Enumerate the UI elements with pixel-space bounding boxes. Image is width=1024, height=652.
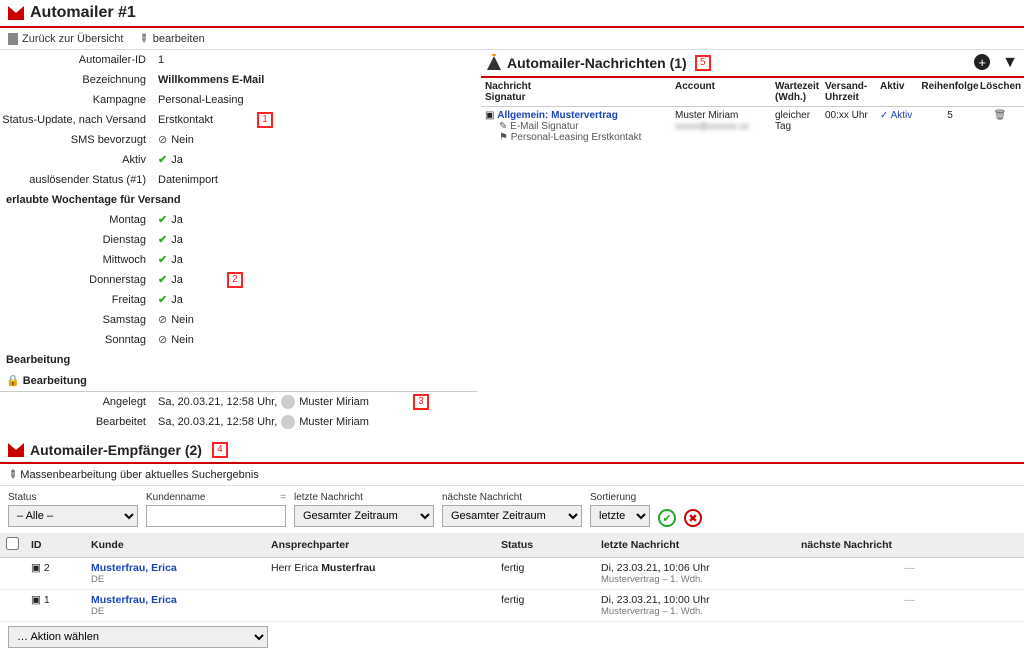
val-status: Erstkontakt1 bbox=[152, 110, 273, 130]
pencil-icon: ✎ bbox=[5, 467, 21, 483]
val-id: 1 bbox=[152, 50, 164, 70]
callout-3: 3 bbox=[413, 394, 429, 410]
weekdays-header: erlaubte Wochentage für Versand bbox=[0, 190, 477, 210]
tag-icon: ⚑ bbox=[499, 132, 511, 143]
x-icon: ⊘ bbox=[158, 130, 167, 150]
label-camp: Kampagne bbox=[0, 90, 152, 110]
avatar bbox=[281, 415, 295, 429]
edit-sub: 🔒Bearbeitung bbox=[0, 370, 477, 392]
filter-button[interactable]: ▼ bbox=[1002, 54, 1018, 72]
last-msg-filter[interactable]: Gesamter Zeitraum bbox=[294, 505, 434, 527]
cone-icon bbox=[487, 56, 501, 70]
clear-filter-button[interactable]: ✖ bbox=[684, 509, 702, 527]
callout-2: 2 bbox=[227, 272, 243, 288]
label-id: Automailer-ID bbox=[0, 50, 152, 70]
recipients-title: Automailer-Empfänger (2) bbox=[30, 442, 202, 458]
row-icon: ▣ bbox=[31, 594, 44, 606]
automailer-icon bbox=[8, 6, 24, 20]
page-title: Automailer #1 bbox=[30, 4, 136, 22]
action-select[interactable]: … Aktion wählen bbox=[8, 626, 268, 648]
table-row[interactable]: ▣ 1 Musterfrau, EricaDE fertig Di, 23.03… bbox=[0, 590, 1024, 622]
sort-filter[interactable]: letzte Nac… bbox=[590, 505, 650, 527]
label-active: Aktiv bbox=[0, 150, 152, 170]
val-camp: Personal-Leasing bbox=[152, 90, 244, 110]
table-row[interactable]: ▣ 2 Musterfrau, EricaDE Herr Erica Muste… bbox=[0, 558, 1024, 590]
apply-filter-button[interactable]: ✔ bbox=[658, 509, 676, 527]
select-all-checkbox[interactable] bbox=[6, 537, 19, 550]
document-icon: ▣ bbox=[485, 110, 497, 121]
add-message-button[interactable]: + bbox=[974, 54, 990, 70]
val-sms: ⊘Nein bbox=[152, 130, 194, 150]
avatar bbox=[281, 395, 295, 409]
callout-5: 5 bbox=[695, 55, 711, 71]
bulk-edit-link[interactable]: ✎ Massenbearbeitung über aktuelles Suche… bbox=[8, 469, 259, 481]
callout-4: 4 bbox=[212, 442, 228, 458]
label-status: Status-Update, nach Versand bbox=[0, 110, 152, 130]
message-row[interactable]: ▣ Allgemein: Mustervertrag ✎ E-Mail Sign… bbox=[481, 107, 1024, 146]
row-icon: ▣ bbox=[31, 562, 44, 574]
label-trigger: auslösender Status (#1) bbox=[0, 170, 152, 190]
messages-title: Automailer-Nachrichten (1) bbox=[507, 55, 687, 71]
label-name: Bezeichnung bbox=[0, 70, 152, 90]
status-filter[interactable]: – Alle – bbox=[8, 505, 138, 527]
file-icon bbox=[8, 33, 18, 45]
recipients-icon bbox=[8, 443, 24, 457]
customer-name-input[interactable] bbox=[146, 505, 286, 527]
label-sms: SMS bevorzugt bbox=[0, 130, 152, 150]
lock-icon: 🔒 bbox=[6, 375, 20, 387]
back-link[interactable]: Zurück zur Übersicht bbox=[8, 33, 123, 45]
check-icon: ✔ bbox=[158, 150, 167, 170]
next-msg-filter[interactable]: Gesamter Zeitraum bbox=[442, 505, 582, 527]
val-trigger: Datenimport bbox=[152, 170, 218, 190]
delete-message-button[interactable]: 🗑 bbox=[994, 110, 1007, 121]
callout-1: 1 bbox=[257, 112, 273, 128]
pen-icon: ✎ bbox=[499, 121, 510, 132]
edit-link[interactable]: ✎bearbeiten bbox=[139, 32, 204, 45]
val-name: Willkommens E-Mail bbox=[152, 70, 264, 90]
pencil-icon: ✎ bbox=[136, 31, 152, 47]
edit-header: Bearbeitung bbox=[0, 350, 477, 370]
val-active: ✔Ja bbox=[152, 150, 183, 170]
